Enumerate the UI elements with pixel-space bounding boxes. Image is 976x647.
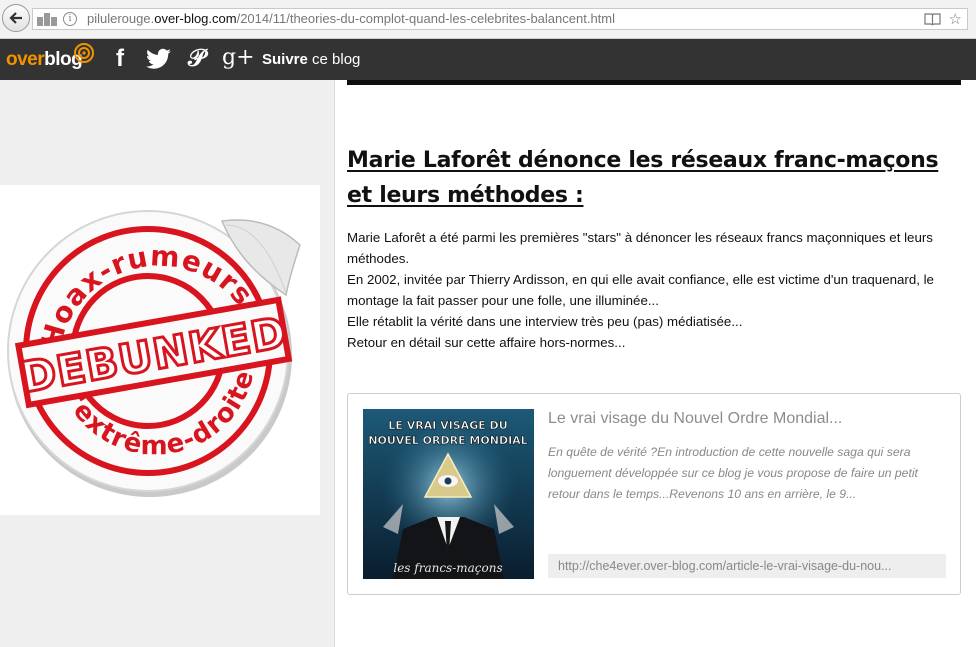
twitter-icon[interactable] <box>146 48 172 70</box>
link-preview-description: En quête de vérité ?En introduction de c… <box>548 445 918 501</box>
pinterest-icon[interactable]: 𝒫 <box>188 45 205 73</box>
back-arrow-icon <box>9 12 22 24</box>
paragraph: Retour en détail sur cette affaire hors-… <box>347 335 626 350</box>
back-button[interactable] <box>2 4 30 32</box>
article-body: Marie Laforêt a été parmi les premières … <box>347 227 959 353</box>
header-image-bottom-edge <box>347 80 961 85</box>
info-icon[interactable]: i <box>63 12 77 26</box>
overblog-logo[interactable]: overblog <box>6 49 83 71</box>
paragraph: Marie Laforêt a été parmi les premières … <box>347 230 933 266</box>
paragraph: Elle rétablit la vérité dans une intervi… <box>347 314 743 329</box>
blog-header-bar: overblog f 𝒫 g+ Suivre ce blog <box>0 39 976 80</box>
follow-blog-link[interactable]: Suivre ce blog <box>262 51 360 68</box>
bookmark-star-icon[interactable]: ☆ <box>949 10 962 28</box>
facebook-icon[interactable]: f <box>116 45 124 73</box>
browser-toolbar: i pilulerouge.over-blog.com/2014/11/theo… <box>0 0 976 39</box>
new-world-order-poster-image: LE VRAI VISAGE DU NOUVEL ORDRE MONDIAL l… <box>363 409 534 579</box>
logo-swirl-icon <box>74 43 94 63</box>
article-title: Marie Laforêt dénonce les réseaux franc-… <box>347 148 939 208</box>
url-text[interactable]: pilulerouge.over-blog.com/2014/11/theori… <box>87 11 615 26</box>
paragraph: En 2002, invitée par Thierry Ardisson, e… <box>347 272 934 308</box>
link-preview-card[interactable]: LE VRAI VISAGE DU NOUVEL ORDRE MONDIAL l… <box>347 393 961 595</box>
reader-view-icon[interactable] <box>924 13 941 26</box>
debunked-sticker-image[interactable]: Hoax-rumeurs d'extrême-droite DEBUNKED <box>0 185 320 515</box>
link-preview-thumbnail[interactable]: LE VRAI VISAGE DU NOUVEL ORDRE MONDIAL l… <box>363 409 534 579</box>
tabs-icon[interactable] <box>37 13 57 26</box>
address-bar[interactable]: i pilulerouge.over-blog.com/2014/11/theo… <box>32 8 968 30</box>
poster-line-1: LE VRAI VISAGE DU <box>388 419 507 432</box>
debunked-badge-panel: Hoax-rumeurs d'extrême-droite DEBUNKED <box>0 185 320 515</box>
poster-caption: les francs-maçons <box>393 561 502 575</box>
google-plus-icon[interactable]: g+ <box>222 45 255 70</box>
link-preview-url[interactable]: http://che4ever.over-blog.com/article-le… <box>548 554 946 578</box>
poster-line-2: NOUVEL ORDRE MONDIAL <box>368 434 527 447</box>
link-preview-title[interactable]: Le vrai visage du Nouvel Ordre Mondial..… <box>548 410 842 428</box>
